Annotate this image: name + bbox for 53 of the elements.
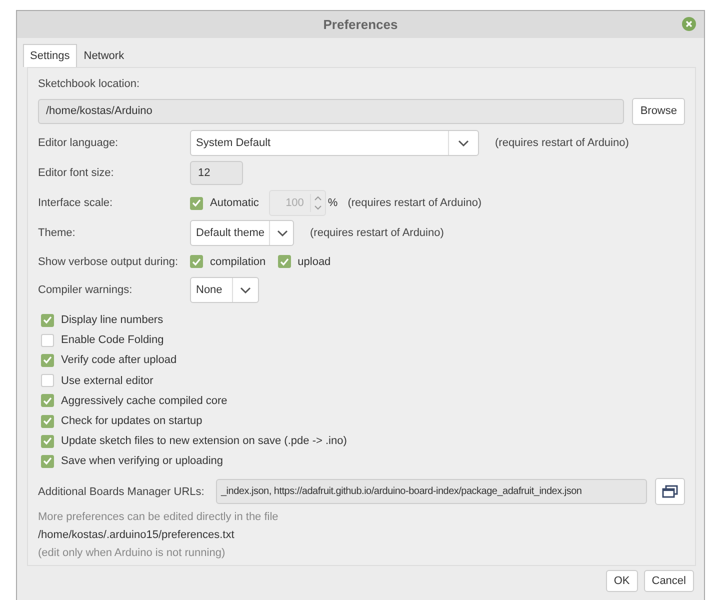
restart-note: (requires restart of Arduino) xyxy=(348,197,482,209)
checkbox[interactable] xyxy=(278,255,291,268)
checkbox-label: Save when verifying or uploading xyxy=(61,455,224,468)
urls-field[interactable]: _index.json, https://adafruit.github.io/arduino-board-index/package_adafruit_index.json xyxy=(216,479,647,504)
checkbox[interactable] xyxy=(190,255,203,268)
browse-button[interactable]: Browse xyxy=(632,98,685,124)
field-label: Theme: xyxy=(38,227,76,239)
checkbox-label: Aggressively cache compiled core xyxy=(61,394,228,407)
language-dropdown[interactable]: System Default xyxy=(190,130,479,156)
checkbox-label: upload xyxy=(298,256,331,268)
field-label: Sketchbook location: xyxy=(38,77,141,92)
checkbox[interactable] xyxy=(41,314,54,327)
unit-label: % xyxy=(328,197,338,209)
checkbox[interactable] xyxy=(41,334,54,347)
restart-note: (requires restart of Arduino) xyxy=(495,137,629,149)
chevron-down-icon xyxy=(240,286,251,294)
field-label: Additional Boards Manager URLs: xyxy=(38,486,206,498)
dialog-button[interactable]: Cancel xyxy=(644,570,694,592)
checkbox-label: Update sketch files to new extension on save (.pde -> .ino) xyxy=(61,435,347,448)
checkbox-label: Check for updates on startup xyxy=(61,415,202,428)
dialog-button[interactable]: OK xyxy=(606,570,638,592)
tab[interactable]: Settings xyxy=(23,44,77,67)
tab[interactable]: Network xyxy=(76,44,132,67)
checkbox-label: Display line numbers xyxy=(61,314,164,326)
warnings-dropdown[interactable]: None xyxy=(190,277,259,303)
chevron-down-icon xyxy=(277,230,288,236)
checkbox-label: compilation xyxy=(210,256,266,268)
checkbox-label: Automatic xyxy=(210,197,259,209)
restart-note: (requires restart of Arduino) xyxy=(310,227,444,239)
info-text: /home/kostas/.arduino15/preferences.txt xyxy=(38,528,236,540)
info-text: (edit only when Arduino is not running) xyxy=(38,546,226,558)
window-title: Preferences xyxy=(323,17,398,32)
window-icon[interactable] xyxy=(655,478,685,505)
checkbox[interactable] xyxy=(41,374,54,388)
checkbox[interactable] xyxy=(41,434,54,448)
checkbox[interactable] xyxy=(41,414,54,428)
field-label: Editor language: xyxy=(38,137,120,149)
close-icon[interactable] xyxy=(682,17,696,31)
checkbox[interactable] xyxy=(41,354,54,367)
field-label: Show verbose output during: xyxy=(38,256,180,268)
checkbox[interactable] xyxy=(41,394,54,408)
field-label: Interface scale: xyxy=(38,197,114,209)
checkbox-label: Use external editor xyxy=(61,374,154,387)
checkbox[interactable] xyxy=(41,454,54,468)
chevron-down-icon xyxy=(458,140,469,146)
checkbox-label: Verify code after upload xyxy=(61,354,177,366)
field-label: Compiler warnings: xyxy=(38,284,134,296)
theme-dropdown[interactable]: Default theme xyxy=(190,220,294,246)
info-text: More preferences can be edited directly in the file xyxy=(38,510,280,522)
path-field[interactable]: /home/kostas/Arduino xyxy=(38,98,624,124)
checkbox-label: Enable Code Folding xyxy=(61,334,164,346)
font-size-field[interactable]: 12 xyxy=(190,161,243,185)
field-label: Editor font size: xyxy=(38,167,115,179)
